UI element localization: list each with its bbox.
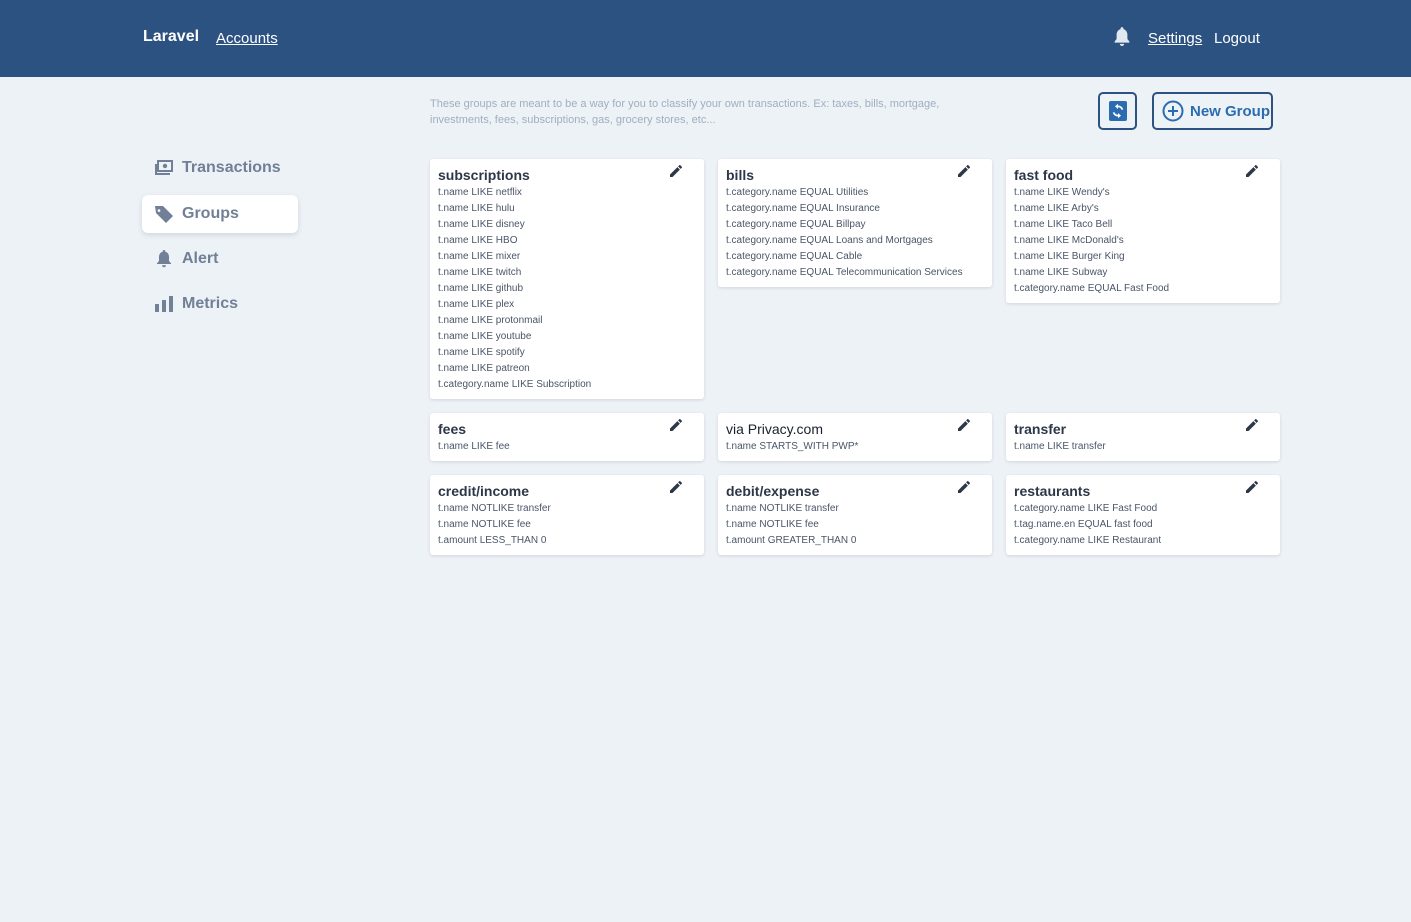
pencil-icon[interactable]	[670, 419, 682, 431]
pencil-icon[interactable]	[1246, 165, 1258, 177]
group-rule: t.name LIKE HBO	[438, 235, 518, 246]
pencil-icon[interactable]	[958, 481, 970, 493]
group-title: restaurants	[1014, 483, 1091, 499]
group-rule: t.name LIKE twitch	[438, 267, 522, 278]
refresh-document-icon	[1108, 101, 1127, 121]
nav-logout-link[interactable]: Logout	[1214, 30, 1260, 47]
group-rule: t.name LIKE mixer	[438, 251, 521, 262]
group-rule: t.category.name LIKE Subscription	[438, 379, 592, 390]
group-rule: t.name LIKE Wendy's	[1014, 187, 1110, 198]
sidebar-item-transactions[interactable]: Transactions	[142, 148, 298, 188]
group-rule: t.name LIKE plex	[438, 299, 515, 310]
group-rule: t.category.name LIKE Restaurant	[1014, 535, 1162, 546]
group-rule: t.name NOTLIKE fee	[726, 519, 819, 530]
pencil-icon[interactable]	[958, 165, 970, 177]
group-rule: t.name LIKE Burger King	[1014, 251, 1125, 262]
group-rule: t.name LIKE transfer	[1014, 441, 1106, 452]
group-card-subscriptions: subscriptions t.name LIKE netflix t.name…	[430, 159, 704, 399]
group-rule: t.category.name EQUAL Loans and Mortgage…	[726, 235, 933, 246]
group-rule: t.tag.name.en EQUAL fast food	[1014, 519, 1153, 530]
new-group-label: New Group	[1190, 102, 1271, 120]
nav-settings-link[interactable]: Settings	[1148, 30, 1202, 47]
group-rule: t.name LIKE McDonald's	[1014, 235, 1124, 246]
money-icon	[155, 160, 173, 175]
pencil-icon[interactable]	[670, 165, 682, 177]
bell-icon	[157, 250, 171, 268]
group-rule: t.name LIKE youtube	[438, 331, 532, 342]
sidebar-item-label: Metrics	[182, 295, 239, 312]
plus-circle-icon	[1162, 100, 1184, 122]
group-rule: t.name LIKE spotify	[438, 347, 525, 358]
group-title: transfer	[1014, 421, 1067, 437]
group-rule: t.category.name EQUAL Fast Food	[1014, 283, 1170, 294]
group-rule: t.amount LESS_THAN 0	[438, 535, 547, 546]
pencil-icon[interactable]	[1246, 419, 1258, 431]
group-title: fast food	[1014, 167, 1074, 183]
group-title: bills	[726, 167, 755, 183]
group-card-restaurants: restaurants t.category.name LIKE Fast Fo…	[1006, 475, 1280, 555]
group-card-bills: bills t.category.name EQUAL Utilities t.…	[718, 159, 992, 287]
group-rule: t.name STARTS_WITH PWP*	[726, 441, 859, 452]
group-card-debit-expense: debit/expense t.name NOTLIKE transfer t.…	[718, 475, 992, 555]
group-title: fees	[438, 421, 467, 437]
group-rule: t.name NOTLIKE transfer	[726, 503, 839, 514]
group-title: credit/income	[438, 483, 530, 499]
nav-accounts-link[interactable]: Accounts	[216, 30, 278, 47]
group-title: subscriptions	[438, 167, 530, 183]
pencil-icon[interactable]	[958, 419, 970, 431]
group-rule: t.name NOTLIKE transfer	[438, 503, 551, 514]
pencil-icon[interactable]	[1246, 481, 1258, 493]
group-rule: t.name LIKE disney	[438, 219, 525, 230]
group-rule: t.name LIKE Arby's	[1014, 203, 1099, 214]
group-card-fees: fees t.name LIKE fee	[430, 413, 704, 461]
new-group-button[interactable]: New Group	[1152, 92, 1273, 130]
sidebar-item-metrics[interactable]: Metrics	[142, 285, 298, 323]
group-rule: t.category.name EQUAL Insurance	[726, 203, 880, 214]
brand-logo[interactable]: Laravel	[143, 28, 199, 46]
pencil-icon[interactable]	[670, 481, 682, 493]
sidebar: Transactions Groups Alert Metrics	[142, 148, 298, 330]
group-title: via Privacy.com	[726, 421, 823, 437]
group-card-fast-food: fast food t.name LIKE Wendy's t.name LIK…	[1006, 159, 1280, 303]
group-card-via-privacy: via Privacy.com t.name STARTS_WITH PWP*	[718, 413, 992, 461]
group-rule: t.category.name EQUAL Telecommunication …	[726, 267, 963, 278]
group-rule: t.name LIKE protonmail	[438, 315, 543, 326]
sync-rules-button[interactable]	[1098, 92, 1137, 130]
group-rule: t.name LIKE Taco Bell	[1014, 219, 1113, 230]
sidebar-item-alert[interactable]: Alert	[142, 240, 298, 278]
group-rule: t.name NOTLIKE fee	[438, 519, 531, 530]
sidebar-item-label: Groups	[182, 205, 239, 222]
group-card-transfer: transfer t.name LIKE transfer	[1006, 413, 1280, 461]
group-rule: t.category.name EQUAL Billpay	[726, 219, 866, 230]
sidebar-item-label: Alert	[182, 250, 219, 267]
group-rule: t.category.name EQUAL Cable	[726, 251, 863, 262]
tag-icon	[155, 206, 173, 223]
group-rule: t.name LIKE fee	[438, 441, 510, 452]
group-title: debit/expense	[726, 483, 820, 499]
group-rule: t.category.name LIKE Fast Food	[1014, 503, 1158, 514]
group-card-credit-income: credit/income t.name NOTLIKE transfer t.…	[430, 475, 704, 555]
top-navbar: Laravel Accounts Settings Logout	[0, 0, 1411, 77]
sidebar-item-groups[interactable]: Groups	[142, 195, 298, 233]
group-rule: t.name LIKE netflix	[438, 187, 522, 198]
group-rule: t.name LIKE patreon	[438, 363, 530, 374]
group-rule: t.name LIKE hulu	[438, 203, 515, 214]
group-rule: t.name LIKE github	[438, 283, 524, 294]
sidebar-item-label: Transactions	[182, 159, 281, 176]
group-rule: t.category.name EQUAL Utilities	[726, 187, 869, 198]
notification-bell-icon[interactable]	[1113, 27, 1131, 47]
group-rule: t.name LIKE Subway	[1014, 267, 1108, 278]
bar-chart-icon	[155, 296, 173, 312]
group-rule: t.amount GREATER_THAN 0	[726, 535, 857, 546]
groups-description: These groups are meant to be a way for y…	[430, 98, 940, 126]
